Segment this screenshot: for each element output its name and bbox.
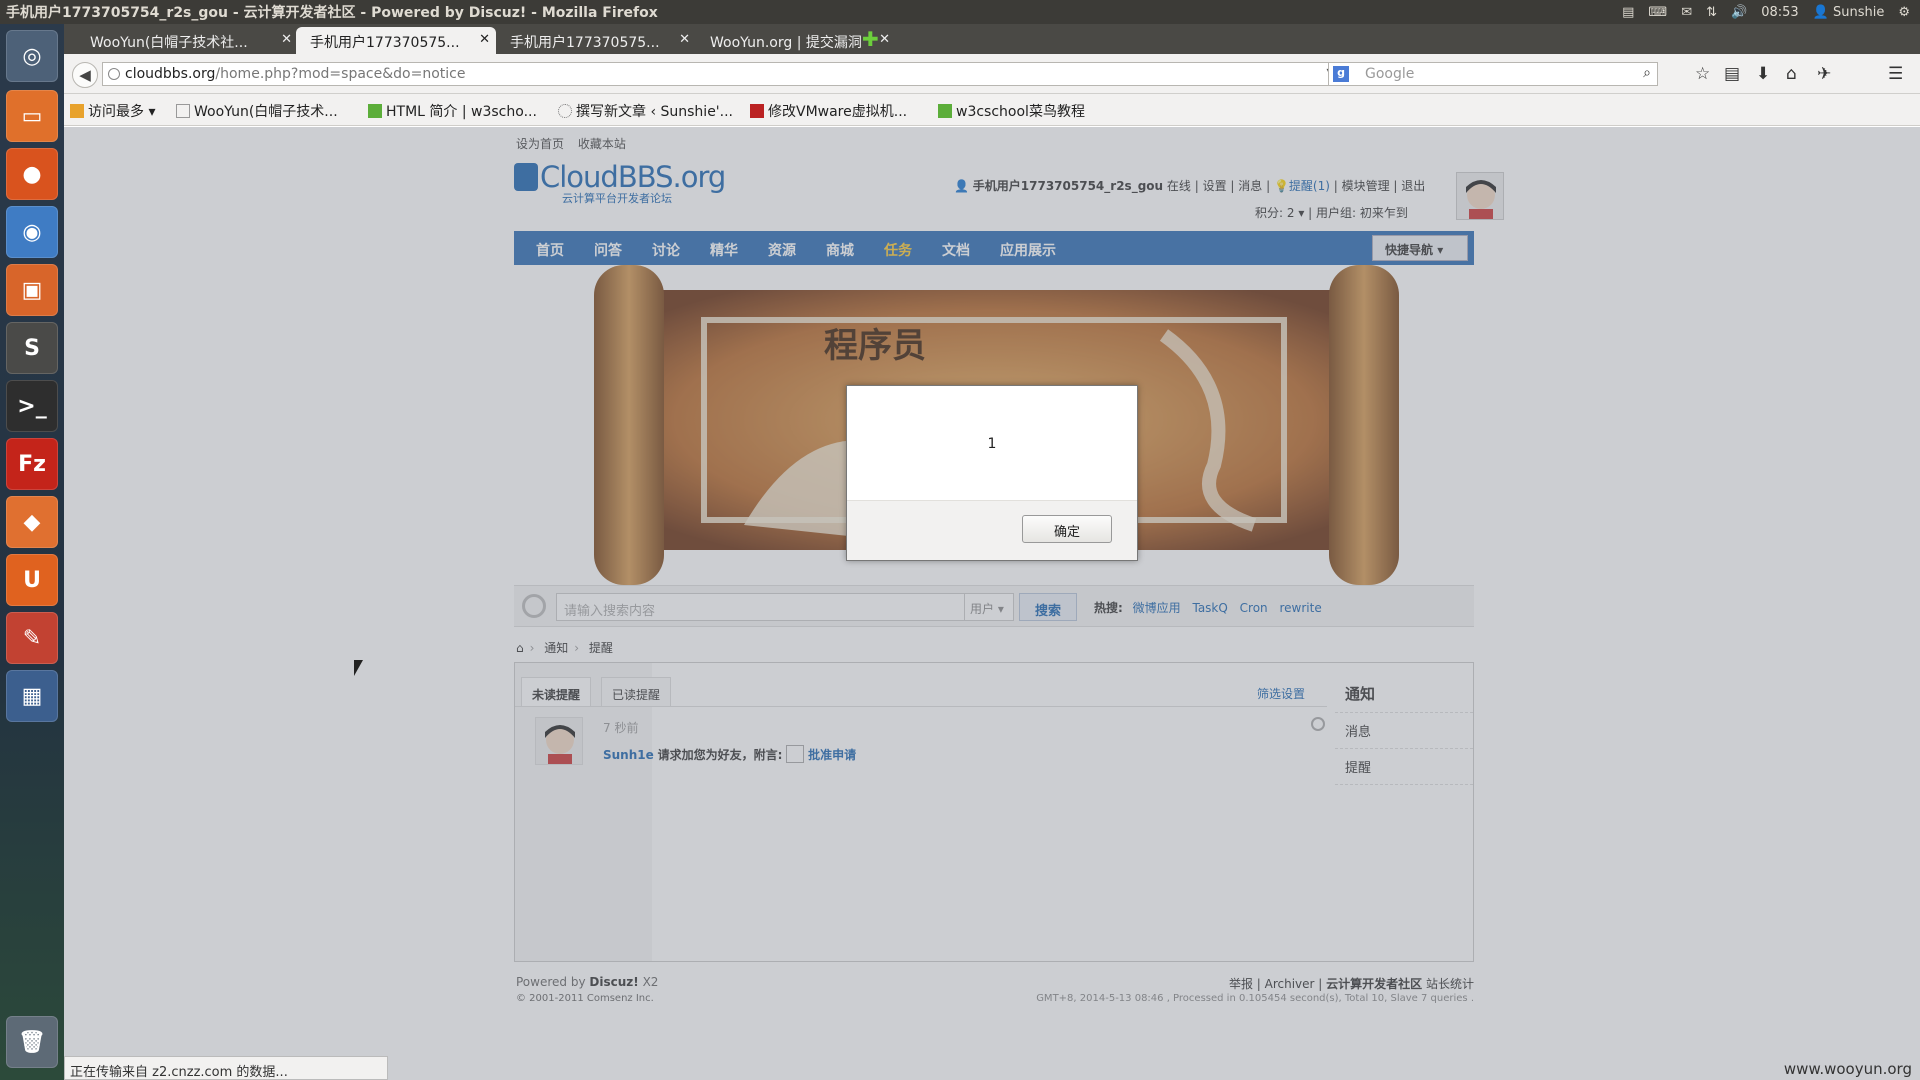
ok-button[interactable]: 确定	[1022, 515, 1112, 543]
virtualbox-icon[interactable]: ▣	[6, 264, 58, 316]
launcher: ◎ ▭ ● ◉ ▣ S >_ Fz ◆ U ✎ ▦ 🗑	[0, 24, 64, 1080]
volume-icon[interactable]: 🔊	[1731, 5, 1747, 20]
system-top-bar: 手机用户1773705754_r2s_gou - 云计算开发者社区 - Powe…	[0, 0, 1920, 24]
tab-bar: WooYun(白帽子技术社... ✕ 手机用户177370575... ✕ 手机用户…	[64, 24, 1920, 54]
window-title: 手机用户1773705754_r2s_gou - 云计算开发者社区 - Powe…	[6, 5, 658, 21]
navigation-toolbar: ◀ cloudbbs.org/home.php?mod=space&do=not…	[64, 54, 1920, 94]
tab-3[interactable]: 手机用户177370575... ✕	[496, 27, 696, 54]
bookmark-html[interactable]: HTML 简介 | w3scho...	[368, 101, 537, 121]
downloads-icon[interactable]: ⬇	[1756, 64, 1770, 84]
bookmark-label: WooYun(白帽子技术...	[194, 104, 338, 120]
tab-2[interactable]: 手机用户177370575... ✕	[296, 27, 496, 54]
bookmark-w3cschool[interactable]: w3cschool菜鸟教程	[938, 101, 1085, 121]
loading-icon	[558, 104, 572, 118]
close-tab-icon[interactable]: ✕	[679, 32, 690, 47]
bookmark-label: 撰写新文章 ‹ Sunshie'...	[576, 104, 734, 120]
bookmarks-toolbar: 访问最多 ▾ WooYun(白帽子技术... HTML 简介 | w3scho.…	[64, 94, 1920, 126]
bookmark-wooyun[interactable]: WooYun(白帽子技术...	[176, 101, 338, 121]
search-engine-icon[interactable]: g	[1333, 66, 1349, 82]
bookmark-label: w3cschool菜鸟教程	[956, 104, 1085, 120]
home-icon[interactable]: ⌂	[1786, 64, 1797, 84]
new-tab-button[interactable]: ✚	[862, 27, 879, 51]
dash-home-icon[interactable]: ◎	[6, 30, 58, 82]
network-icon[interactable]: ▤	[1622, 5, 1634, 20]
w3c-icon	[938, 104, 952, 118]
software-center-icon[interactable]: ◆	[6, 496, 58, 548]
close-tab-icon[interactable]: ✕	[479, 32, 490, 47]
tab-label: WooYun.org | 提交漏洞	[710, 35, 862, 51]
user-menu[interactable]: 👤 Sunshie	[1813, 5, 1885, 20]
clock[interactable]: 08:53	[1761, 5, 1798, 20]
tab-label: WooYun(白帽子技术社...	[90, 35, 248, 51]
page-icon	[176, 104, 190, 118]
site-identity-icon[interactable]	[108, 68, 120, 80]
folder-icon	[70, 104, 84, 118]
alert-message: 1	[987, 436, 997, 452]
bookmark-label: HTML 简介 | w3scho...	[386, 104, 537, 120]
mail-icon[interactable]: ✉	[1681, 5, 1692, 20]
chromium-icon[interactable]: ◉	[6, 206, 58, 258]
settings-gear-icon[interactable]: ⚙	[1898, 5, 1910, 20]
keyboard-icon[interactable]: ⌨	[1648, 5, 1667, 20]
bookmark-label: 修改VMware虚拟机...	[768, 104, 908, 120]
tab-1[interactable]: WooYun(白帽子技术社... ✕	[76, 27, 298, 54]
search-icon[interactable]: ⌕	[1643, 65, 1651, 81]
alert-footer: 确定	[847, 500, 1137, 560]
trash-icon[interactable]: 🗑	[6, 1016, 58, 1068]
modal-overlay	[64, 127, 1920, 1080]
filezilla-icon[interactable]: Fz	[6, 438, 58, 490]
workspace-switcher-icon[interactable]: ▦	[6, 670, 58, 722]
url-path: /home.php?mod=space&do=notice	[215, 66, 466, 82]
system-settings-icon[interactable]: ✎	[6, 612, 58, 664]
bookmark-vmware[interactable]: 修改VMware虚拟机...	[750, 101, 907, 121]
ubuntu-one-icon[interactable]: U	[6, 554, 58, 606]
w3c-icon	[368, 104, 382, 118]
back-button[interactable]: ◀	[72, 62, 98, 88]
user-name: Sunshie	[1832, 4, 1885, 20]
transfer-icon[interactable]: ⇅	[1706, 5, 1717, 20]
bookmark-most-visited[interactable]: 访问最多 ▾	[70, 101, 155, 121]
url-host: cloudbbs.org	[125, 66, 216, 82]
bookmark-label: 访问最多	[88, 104, 144, 120]
addon-icon[interactable]: ✈	[1817, 64, 1831, 84]
tab-label: 手机用户177370575...	[310, 35, 460, 51]
url-bar[interactable]: cloudbbs.org/home.php?mod=space&do=notic…	[102, 62, 1362, 86]
firefox-icon[interactable]: ●	[6, 148, 58, 200]
close-tab-icon[interactable]: ✕	[879, 32, 890, 47]
sublime-text-icon[interactable]: S	[6, 322, 58, 374]
menu-icon[interactable]: ☰	[1888, 64, 1903, 84]
search-placeholder: Google	[1365, 66, 1415, 82]
watermark: www.wooyun.org	[1783, 1060, 1912, 1078]
site-icon	[750, 104, 764, 118]
alert-dialog: 1 确定	[846, 385, 1138, 561]
tab-label: 手机用户177370575...	[510, 35, 660, 51]
close-tab-icon[interactable]: ✕	[281, 32, 292, 47]
bookmark-star-icon[interactable]: ☆	[1695, 64, 1710, 84]
bookmark-write[interactable]: 撰写新文章 ‹ Sunshie'...	[558, 101, 733, 121]
files-icon[interactable]: ▭	[6, 90, 58, 142]
terminal-icon[interactable]: >_	[6, 380, 58, 432]
bookmarks-menu-icon[interactable]: ▤	[1724, 64, 1740, 84]
search-bar[interactable]: g Google ⌕	[1328, 62, 1658, 86]
mouse-cursor-icon	[354, 660, 363, 676]
status-bar: 正在传输来自 z2.cnzz.com 的数据...	[64, 1056, 388, 1080]
